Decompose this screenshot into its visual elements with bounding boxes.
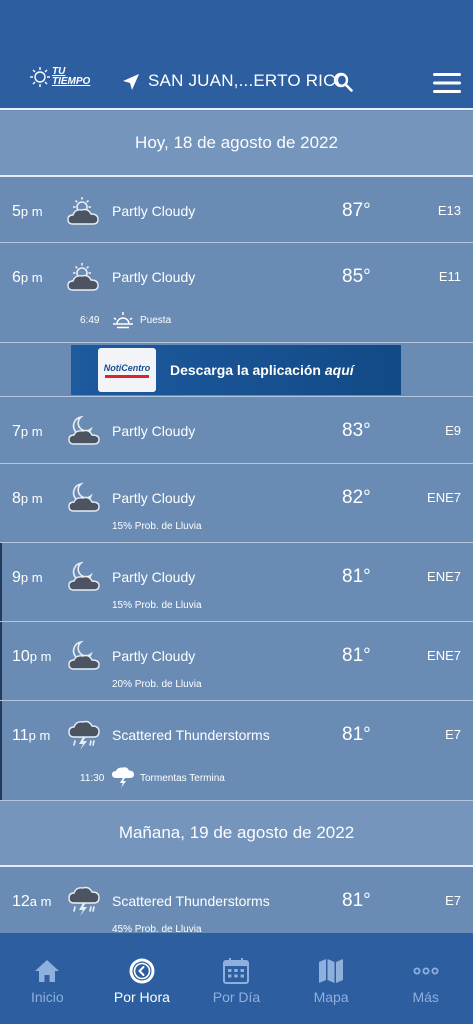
tab-label: Por Día xyxy=(212,989,261,1005)
wind: E13 xyxy=(437,203,461,218)
hour-label: 10p m xyxy=(12,648,52,665)
condition-text: Partly Cloudy xyxy=(112,648,196,664)
location-name[interactable]: SAN JUAN,...ERTO RICO xyxy=(148,71,349,91)
condition-text: Scattered Thunderstorms xyxy=(112,727,270,743)
bottom-tab-bar: Inicio Por Hora Por Día Mapa Más xyxy=(0,933,473,1024)
temperature: 83° xyxy=(342,420,371,441)
calendar-icon xyxy=(223,958,250,984)
hour-row-5pm[interactable]: 5p m Partly Cloudy 87° E13 xyxy=(0,177,473,243)
ad-text-main: Descarga la aplicación xyxy=(170,362,321,378)
more-icon xyxy=(413,967,439,975)
partly-cloudy-day-icon xyxy=(67,262,99,291)
hour-row-7pm[interactable]: 7p m Partly Cloudy 83° E9 xyxy=(0,397,473,464)
tab-mas[interactable]: Más xyxy=(378,933,473,1024)
temperature: 82° xyxy=(342,487,371,508)
ad-text: Descarga la aplicación aquí xyxy=(170,362,354,378)
condition-text: Partly Cloudy xyxy=(112,203,196,219)
hour-label: 11p m xyxy=(12,727,51,744)
hour-label: 7p m xyxy=(12,423,43,440)
condition-text: Partly Cloudy xyxy=(112,269,196,285)
hour-row-10pm[interactable]: 10p m Partly Cloudy 81° ENE7 20% Prob. d… xyxy=(0,622,473,701)
wind: E7 xyxy=(445,727,461,742)
partly-cloudy-night-icon xyxy=(68,641,100,670)
temperature: 87° xyxy=(342,200,371,221)
tab-label: Mapa xyxy=(313,989,349,1005)
wind: ENE7 xyxy=(427,490,461,505)
hour-row-12am[interactable]: 12a m Scattered Thunderstorms 81° E7 45%… xyxy=(0,867,473,933)
partly-cloudy-night-icon xyxy=(68,483,100,512)
hour-label: 6p m xyxy=(12,269,43,286)
hour-row-6pm[interactable]: 6p m Partly Cloudy 85° E11 6:49 Puesta xyxy=(0,243,473,343)
rain-probability: 20% Prob. de Lluvia xyxy=(112,679,202,690)
day-header-tomorrow: Mañana, 19 de agosto de 2022 xyxy=(0,801,473,867)
day-header-today: Hoy, 18 de agosto de 2022 xyxy=(0,111,473,177)
temperature: 81° xyxy=(342,724,371,745)
event-time: 11:30 xyxy=(80,773,105,784)
wind: E7 xyxy=(445,893,461,908)
ad-logo-bar xyxy=(105,374,149,378)
temperature: 81° xyxy=(342,566,371,587)
app-header: TU TIEMPO SAN JUAN,...ERTO RICO xyxy=(0,40,473,110)
hour-row-11pm[interactable]: 11p m Scattered Thunderstorms 81° E7 11:… xyxy=(0,701,473,801)
temperature: 85° xyxy=(342,266,371,287)
hour-label: 8p m xyxy=(12,490,43,507)
partly-cloudy-night-icon xyxy=(68,562,100,591)
rain-probability: 15% Prob. de Lluvia xyxy=(112,600,202,611)
sunset-icon xyxy=(113,312,133,329)
ad-banner[interactable]: NotiCentro Descarga la aplicación aquí xyxy=(71,345,401,395)
temperature: 81° xyxy=(342,890,371,911)
hourly-forecast-list[interactable]: Hoy, 18 de agosto de 2022 5p m Partly Cl… xyxy=(0,111,473,933)
ad-text-emph: aquí xyxy=(324,362,354,378)
condition-text: Partly Cloudy xyxy=(112,569,196,585)
hour-label: 12a m xyxy=(12,893,52,910)
event-label: Tormentas Termina xyxy=(140,773,225,784)
condition-text: Partly Cloudy xyxy=(112,423,196,439)
status-bar xyxy=(0,0,473,40)
condition-text: Scattered Thunderstorms xyxy=(112,893,270,909)
event-label: Puesta xyxy=(140,315,172,326)
tab-mapa[interactable]: Mapa xyxy=(284,933,379,1024)
noticentro-logo: NotiCentro xyxy=(98,348,156,392)
wind: ENE7 xyxy=(427,569,461,584)
thunderstorm-icon xyxy=(68,720,100,751)
partly-cloudy-night-icon xyxy=(68,416,100,445)
ad-logo-text: NotiCentro xyxy=(103,362,151,373)
tab-por-dia[interactable]: Por Día xyxy=(189,933,284,1024)
hamburger-menu-icon[interactable] xyxy=(433,73,461,93)
wind: E11 xyxy=(438,269,461,284)
map-icon xyxy=(319,959,344,983)
wind: E9 xyxy=(445,423,461,438)
location-arrow-icon[interactable] xyxy=(122,73,140,91)
event-time: 6:49 xyxy=(80,315,100,326)
tab-label: Por Hora xyxy=(113,989,170,1005)
search-icon[interactable] xyxy=(333,72,353,92)
logo-text[interactable]: TU TIEMPO xyxy=(52,67,90,87)
storm-end-icon xyxy=(112,767,134,788)
tab-inicio[interactable]: Inicio xyxy=(0,933,95,1024)
tab-por-hora[interactable]: Por Hora xyxy=(95,933,190,1024)
rain-probability: 15% Prob. de Lluvia xyxy=(112,521,202,532)
hour-label: 5p m xyxy=(12,203,43,220)
tab-label: Más xyxy=(412,989,439,1005)
temperature: 81° xyxy=(342,645,371,666)
tab-label: Inicio xyxy=(30,989,64,1005)
condition-text: Partly Cloudy xyxy=(112,490,196,506)
home-icon xyxy=(35,960,60,982)
ad-row: NotiCentro Descarga la aplicación aquí xyxy=(0,343,473,397)
hour-label: 9p m xyxy=(12,569,43,586)
wind: ENE7 xyxy=(427,648,461,663)
clock-icon xyxy=(129,958,155,984)
logo-line-2: TIEMPO xyxy=(52,76,91,87)
hour-row-8pm[interactable]: 8p m Partly Cloudy 82° ENE7 15% Prob. de… xyxy=(0,464,473,543)
partly-cloudy-day-icon xyxy=(67,196,99,225)
thunderstorm-icon xyxy=(68,886,100,917)
hour-row-9pm[interactable]: 9p m Partly Cloudy 81° ENE7 15% Prob. de… xyxy=(0,543,473,622)
rain-probability: 45% Prob. de Lluvia xyxy=(112,924,202,933)
